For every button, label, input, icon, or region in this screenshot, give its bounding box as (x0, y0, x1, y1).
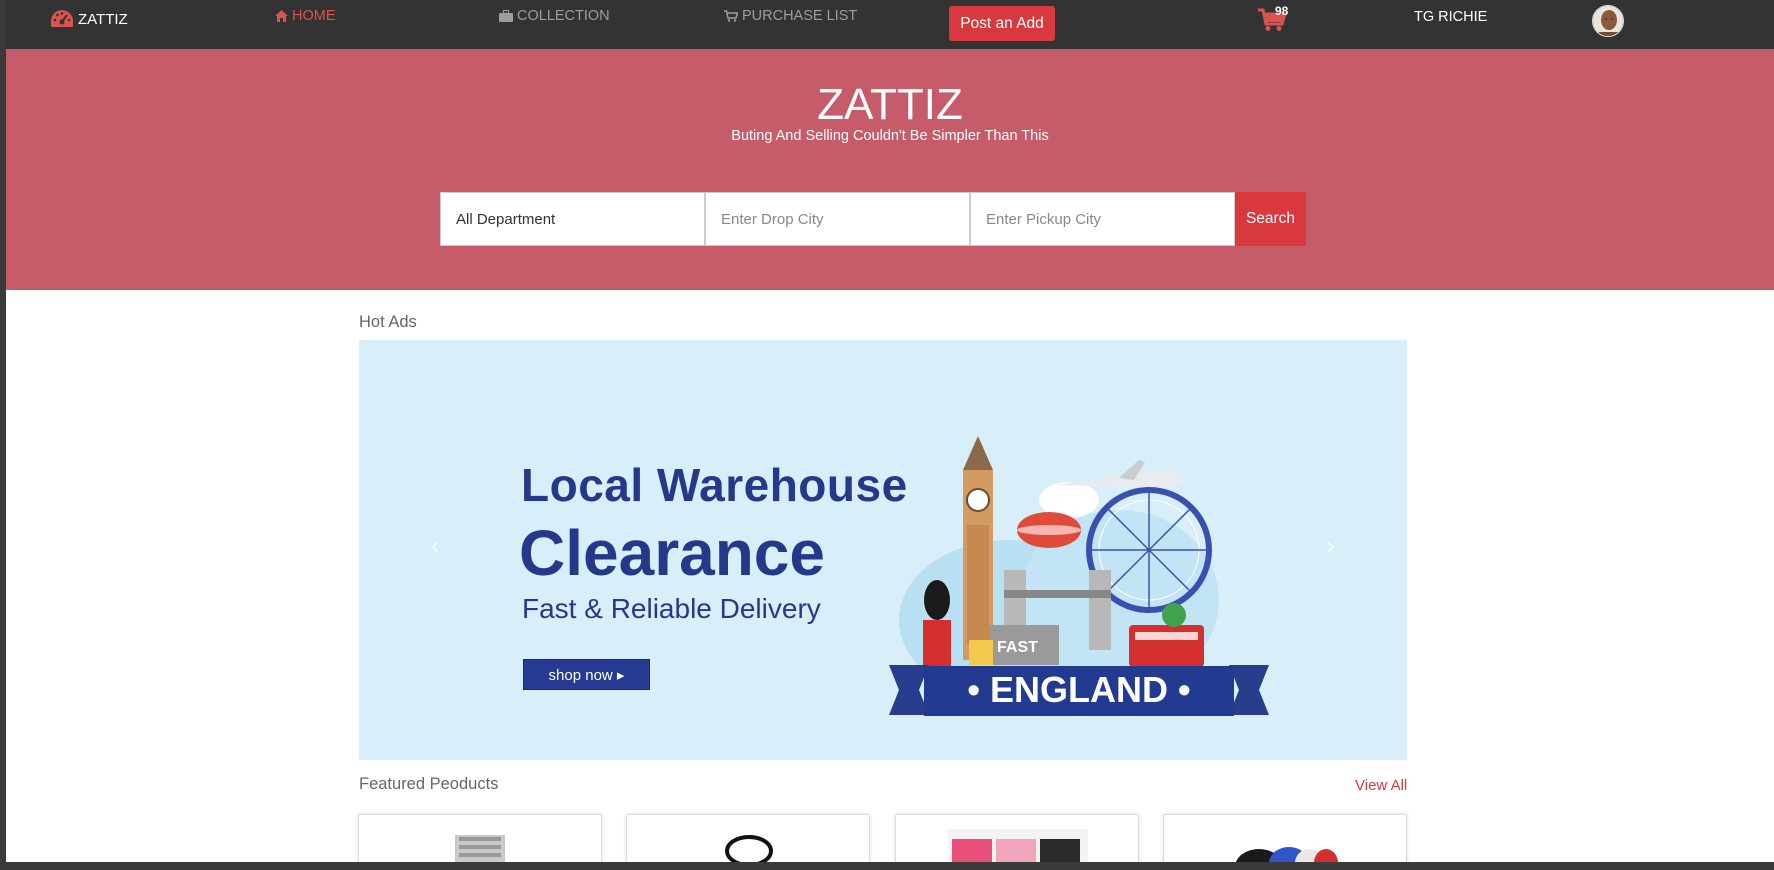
shop-now-button[interactable]: shop now ▸ (523, 659, 650, 690)
hot-ads-title: Hot Ads (359, 313, 417, 331)
carousel-prev-icon[interactable]: ‹ (431, 530, 440, 561)
cart-icon (724, 10, 738, 22)
pickup-city-input[interactable]: Enter Pickup City (970, 192, 1235, 246)
dashboard-icon (51, 10, 73, 27)
product-image-watch (455, 835, 505, 862)
england-ribbon-text: • ENGLAND • (967, 669, 1190, 710)
banner-title: Clearance (519, 517, 825, 589)
briefcase-icon (499, 10, 513, 22)
hero-title: ZATTIZ (817, 80, 963, 129)
home-icon (275, 10, 288, 22)
avatar[interactable] (1592, 5, 1624, 37)
product-image-boxes (948, 829, 1088, 862)
nav-purchase-list[interactable]: PURCHASE LIST (724, 8, 857, 24)
user-name[interactable]: TG RICHIE (1414, 9, 1487, 25)
nav-collection-label: COLLECTION (517, 8, 610, 24)
product-card[interactable] (1163, 814, 1407, 862)
drop-city-input[interactable]: Enter Drop City (705, 192, 970, 246)
search-bar: All Department Enter Drop City Enter Pic… (440, 192, 1306, 246)
featured-products-title: Featured Peoducts (359, 775, 499, 793)
carousel-next-icon[interactable]: › (1326, 530, 1335, 561)
banner-headline: Local Warehouse (521, 459, 908, 511)
hero-section: ZATTIZ Buting And Selling Couldn't Be Si… (6, 49, 1774, 290)
banner-tagline: Fast & Reliable Delivery (522, 593, 821, 624)
nav-home-label: HOME (292, 8, 336, 24)
product-card[interactable] (358, 814, 602, 862)
top-navbar: ZATTIZ HOME COLLECTION PURCHASE LIST Pos… (6, 0, 1774, 49)
post-ad-button[interactable]: Post an Add (949, 6, 1055, 41)
cart-count-badge: 98 (1275, 4, 1289, 18)
london-illustration: FAST • ENGLAND • (889, 436, 1269, 716)
hot-ads-carousel: ‹ › Local Warehouse Clearance Fast & Rel… (359, 340, 1407, 760)
product-image-bag (725, 835, 773, 862)
department-select[interactable]: All Department (440, 192, 705, 246)
fast-badge: FAST (997, 639, 1038, 656)
view-all-link[interactable]: View All (1355, 777, 1407, 794)
product-card[interactable] (626, 814, 870, 862)
product-image-caps (1235, 847, 1338, 862)
search-button[interactable]: Search (1235, 192, 1306, 246)
product-card[interactable] (895, 814, 1139, 862)
hero-subtitle: Buting And Selling Couldn't Be Simpler T… (731, 128, 1049, 144)
nav-purchase-list-label: PURCHASE LIST (742, 8, 858, 24)
brand-link[interactable]: ZATTIZ (50, 9, 128, 29)
app-frame: ZATTIZ HOME COLLECTION PURCHASE LIST Pos… (6, 0, 1774, 862)
nav-home[interactable]: HOME (275, 8, 336, 24)
nav-collection[interactable]: COLLECTION (499, 8, 610, 24)
brand-name: ZATTIZ (78, 10, 128, 28)
